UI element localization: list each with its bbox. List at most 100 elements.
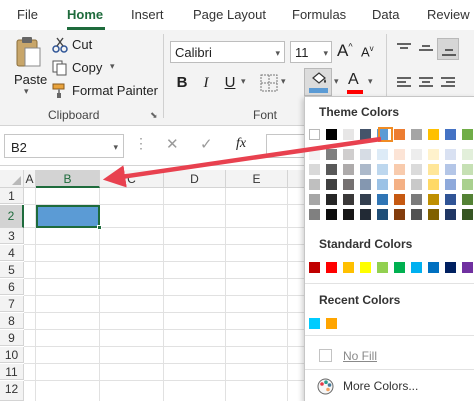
standard-color-swatch[interactable] <box>411 262 422 273</box>
column-header-b[interactable]: B <box>36 170 100 188</box>
recent-color-swatch[interactable] <box>309 318 320 329</box>
insert-function-button[interactable]: fx <box>236 136 246 152</box>
theme-color-swatch[interactable] <box>394 129 405 140</box>
selected-cell-b2[interactable] <box>36 205 100 228</box>
theme-shade-swatch[interactable] <box>411 164 422 175</box>
align-left-icon[interactable] <box>396 76 412 90</box>
theme-shade-swatch[interactable] <box>377 179 388 190</box>
theme-shade-swatch[interactable] <box>394 209 405 220</box>
name-box-dropdown-icon[interactable]: ▾ <box>113 142 118 153</box>
row-header-8[interactable]: 8 <box>0 313 24 329</box>
theme-shade-swatch[interactable] <box>360 149 371 160</box>
theme-shade-swatch[interactable] <box>394 194 405 205</box>
theme-shade-swatch[interactable] <box>394 164 405 175</box>
borders-icon[interactable] <box>260 74 278 92</box>
no-fill-option[interactable]: No Fill <box>317 347 463 365</box>
tab-formulas[interactable]: Formulas <box>292 7 346 22</box>
bottom-align-button[interactable] <box>437 38 459 60</box>
tab-review[interactable]: Review <box>427 7 470 22</box>
recent-color-swatch[interactable] <box>326 318 337 329</box>
theme-shade-swatch[interactable] <box>343 149 354 160</box>
more-colors-option[interactable]: More Colors... <box>317 377 463 395</box>
theme-shade-swatch[interactable] <box>445 209 456 220</box>
theme-shade-swatch[interactable] <box>377 164 388 175</box>
tab-page-layout[interactable]: Page Layout <box>193 7 266 22</box>
theme-shade-swatch[interactable] <box>428 209 439 220</box>
row-header-12[interactable]: 12 <box>0 381 24 401</box>
column-header-c[interactable]: C <box>100 170 164 188</box>
theme-shade-swatch[interactable] <box>343 209 354 220</box>
row-header-4[interactable]: 4 <box>0 245 24 261</box>
formula-input[interactable] <box>266 134 306 158</box>
standard-color-swatch[interactable] <box>326 262 337 273</box>
standard-color-swatch[interactable] <box>394 262 405 273</box>
theme-shade-swatch[interactable] <box>309 179 320 190</box>
font-color-button[interactable]: A <box>344 70 366 96</box>
underline-dropdown-icon[interactable]: ▾ <box>241 76 246 87</box>
borders-dropdown-icon[interactable]: ▾ <box>281 76 286 87</box>
paste-button[interactable]: Paste ▾ <box>8 34 48 100</box>
underline-button[interactable]: U <box>220 72 240 94</box>
theme-shade-swatch[interactable] <box>343 164 354 175</box>
align-center-icon[interactable] <box>418 76 434 90</box>
theme-color-swatch[interactable] <box>462 129 473 140</box>
row-header-3[interactable]: 3 <box>0 228 24 244</box>
theme-shade-swatch[interactable] <box>411 194 422 205</box>
theme-shade-swatch[interactable] <box>360 164 371 175</box>
column-header-e[interactable]: E <box>226 170 288 188</box>
theme-shade-swatch[interactable] <box>326 149 337 160</box>
standard-color-swatch[interactable] <box>360 262 371 273</box>
fill-color-button[interactable] <box>304 68 332 96</box>
theme-shade-swatch[interactable] <box>411 179 422 190</box>
theme-shade-swatch[interactable] <box>326 164 337 175</box>
theme-shade-swatch[interactable] <box>462 164 473 175</box>
tab-data[interactable]: Data <box>372 7 399 22</box>
theme-shade-swatch[interactable] <box>428 149 439 160</box>
tab-file[interactable]: File <box>17 7 38 22</box>
theme-shade-swatch[interactable] <box>309 194 320 205</box>
theme-shade-swatch[interactable] <box>377 209 388 220</box>
column-header-d[interactable]: D <box>164 170 226 188</box>
italic-button[interactable]: I <box>196 72 216 94</box>
bold-button[interactable]: B <box>172 72 192 94</box>
tab-insert[interactable]: Insert <box>131 7 164 22</box>
fill-color-dropdown-icon[interactable]: ▾ <box>334 76 339 87</box>
format-painter-button[interactable]: Format Painter <box>52 82 158 100</box>
row-header-10[interactable]: 10 <box>0 347 24 363</box>
theme-shade-swatch[interactable] <box>428 164 439 175</box>
row-header-7[interactable]: 7 <box>0 296 24 312</box>
column-header-f[interactable] <box>288 170 304 188</box>
theme-shade-swatch[interactable] <box>462 194 473 205</box>
theme-shade-swatch[interactable] <box>326 209 337 220</box>
theme-shade-swatch[interactable] <box>411 149 422 160</box>
theme-color-swatch[interactable] <box>326 129 337 140</box>
more-options-icon[interactable]: ⋮ <box>134 135 148 152</box>
theme-shade-swatch[interactable] <box>326 194 337 205</box>
theme-shade-swatch[interactable] <box>309 164 320 175</box>
theme-shade-swatch[interactable] <box>394 149 405 160</box>
theme-shade-swatch[interactable] <box>360 194 371 205</box>
theme-shade-swatch[interactable] <box>411 209 422 220</box>
standard-color-swatch[interactable] <box>445 262 456 273</box>
font-name-select[interactable]: Calibri ▾ <box>170 41 285 63</box>
align-right-icon[interactable] <box>440 76 456 90</box>
font-size-select[interactable]: 11 ▾ <box>290 41 332 63</box>
theme-color-swatch[interactable] <box>428 129 439 140</box>
standard-color-swatch[interactable] <box>309 262 320 273</box>
theme-shade-swatch[interactable] <box>343 179 354 190</box>
theme-color-swatch[interactable] <box>309 129 320 140</box>
row-header-5[interactable]: 5 <box>0 262 24 278</box>
theme-shade-swatch[interactable] <box>377 194 388 205</box>
cut-button[interactable]: Cut <box>52 36 112 54</box>
theme-color-swatch[interactable] <box>360 129 371 140</box>
theme-shade-swatch[interactable] <box>360 179 371 190</box>
name-box[interactable]: B2 ▾ <box>4 134 124 158</box>
row-header-6[interactable]: 6 <box>0 279 24 295</box>
grow-font-button[interactable]: A^ <box>337 41 353 61</box>
row-header-11[interactable]: 11 <box>0 364 24 380</box>
theme-shade-swatch[interactable] <box>326 179 337 190</box>
theme-shade-swatch[interactable] <box>377 149 388 160</box>
fill-handle[interactable] <box>97 225 102 230</box>
theme-shade-swatch[interactable] <box>445 179 456 190</box>
middle-align-icon[interactable] <box>418 42 434 56</box>
